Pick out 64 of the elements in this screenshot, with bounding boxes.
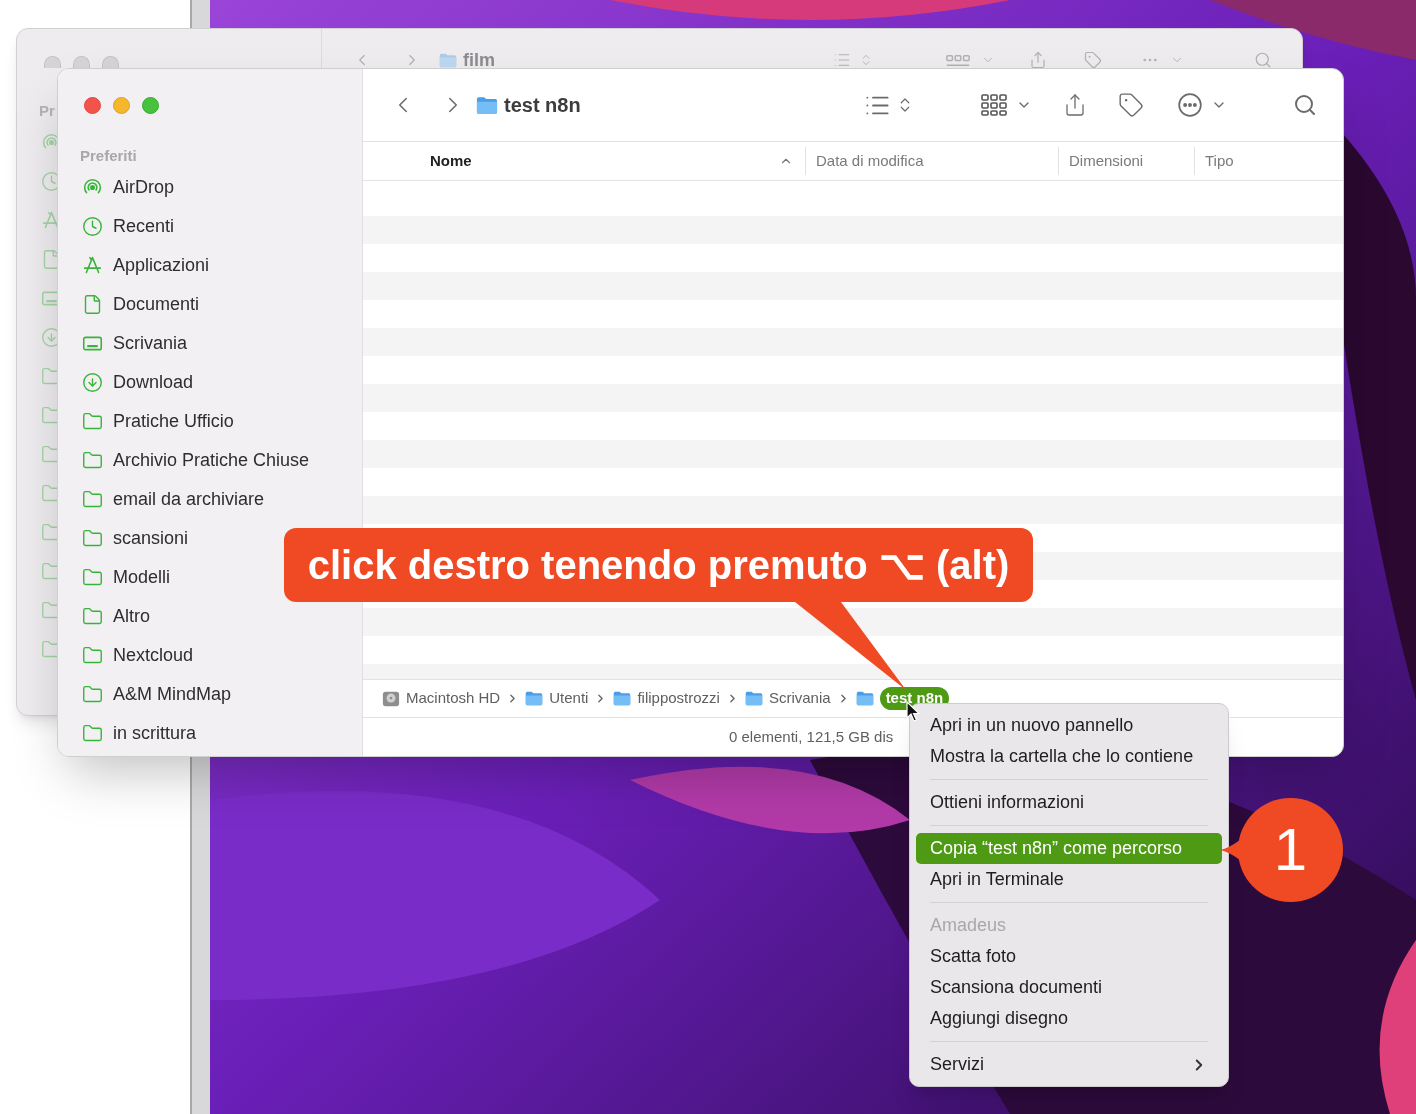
share-icon[interactable] [1063,92,1087,118]
column-header[interactable]: Data di modifica [816,149,924,173]
zoom-button[interactable] [142,97,159,114]
sidebar-item[interactable]: email da archiviare [66,480,354,519]
download-icon [82,372,103,393]
sidebar-item[interactable]: Scrivania [66,324,354,363]
path-item[interactable]: Utenti [549,687,589,710]
column-header[interactable]: Tipo [1205,149,1234,173]
menu-item[interactable]: Servizi [916,1049,1222,1080]
sidebar-item[interactable]: Recenti [66,207,354,246]
folder-icon [82,723,103,744]
sidebar-item[interactable]: Archivio Pratiche Chiuse [66,441,354,480]
folder-icon [82,411,103,432]
sidebar-item[interactable]: Download [66,363,354,402]
ellipsis-circle-icon[interactable] [1177,92,1203,118]
grid-icon[interactable] [980,93,1008,117]
minimize-button[interactable] [113,97,130,114]
status-text: 0 elementi, 121,5 GB dis [729,726,894,747]
menu-item[interactable]: Copia “test n8n” come percorso [916,833,1222,864]
sidebar-item[interactable]: Pratiche Ufficio [66,402,354,441]
menu-item[interactable]: Apri in Terminale [916,864,1222,895]
sidebar-item[interactable]: AirDrop [66,168,354,207]
tag-icon[interactable] [1118,92,1144,118]
folder-icon [855,691,874,706]
menu-item[interactable]: Aggiungi disegno [916,1003,1222,1034]
search-icon[interactable] [1293,93,1317,117]
sidebar-item[interactable]: Nextcloud [66,636,354,675]
path-item[interactable]: filippostrozzi [637,687,720,710]
menu-item[interactable]: Ottieni informazioni [916,787,1222,818]
menu-item[interactable]: Apri in un nuovo pannello [916,710,1222,741]
folder-icon [82,606,103,627]
sidebar-heading: Pr [39,102,55,120]
column-header[interactable]: Dimensioni [1069,149,1144,173]
minimize-button[interactable] [73,56,90,68]
sidebar-item[interactable]: Documenti [66,285,354,324]
sidebar-item[interactable]: Applicazioni [66,246,354,285]
sidebar-heading: Preferiti [80,147,137,165]
folder-icon [82,645,103,666]
share-icon[interactable] [1029,51,1047,69]
clock-icon [82,216,103,237]
close-button[interactable] [84,97,101,114]
folder-icon [82,684,103,705]
menu-item[interactable]: Mostra la cartella che lo contiene [916,741,1222,772]
sidebar-item[interactable]: in scrittura [66,714,354,753]
menu-item[interactable]: Scansiona documenti [916,972,1222,1003]
folder-icon [82,489,103,510]
folder-icon [82,450,103,471]
folder-icon [82,567,103,588]
folder-icon [439,52,457,68]
menu-item[interactable]: Scatta foto [916,941,1222,972]
window-title: test n8n [504,93,581,118]
zoom-button[interactable] [102,56,119,68]
column-header[interactable]: Nome [430,149,472,173]
sidebar-item[interactable]: A&M MindMap [66,675,354,714]
folder-icon [476,95,498,115]
folder-icon [82,528,103,549]
close-button[interactable] [44,56,61,68]
folder-icon [525,691,544,706]
folder-icon [744,691,763,706]
document-icon [82,294,103,315]
window-title: film [463,51,495,69]
folder-icon [613,691,632,706]
path-item[interactable]: Macintosh HD [406,687,501,710]
app-letter-icon [82,255,103,276]
